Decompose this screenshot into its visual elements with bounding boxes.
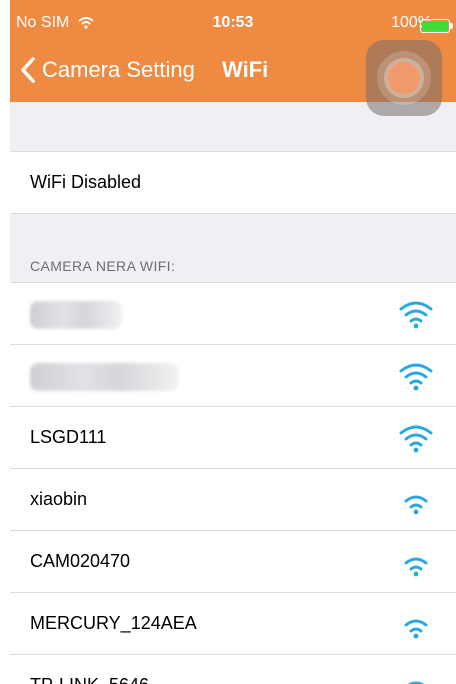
assistive-touch-core [388, 62, 420, 94]
network-name-redacted [30, 301, 122, 329]
network-row[interactable]: xiaobin [10, 469, 456, 531]
wifi-signal-icon [404, 557, 428, 577]
status-bar: No SIM 10:53 100% [10, 14, 456, 38]
chevron-left-icon [21, 57, 35, 83]
assistive-touch-button[interactable] [366, 40, 442, 116]
phone-screen: No SIM 10:53 100% Camera Setting WiFi Wi… [10, 0, 456, 684]
network-name: MERCURY_124AEA [30, 613, 197, 633]
wifi-signal-icon [404, 619, 428, 639]
wifi-signal-icon [399, 425, 433, 453]
battery-icon [420, 19, 453, 33]
network-name: LSGD111 [30, 427, 107, 447]
battery-level [422, 21, 448, 31]
wifi-signal-icon [404, 495, 428, 515]
back-button[interactable]: Camera Setting [16, 52, 195, 88]
wifi-signal-icon [399, 363, 433, 391]
network-row[interactable]: TP-LINK_5646 [10, 655, 456, 684]
network-row[interactable]: MERCURY_124AEA [10, 593, 456, 655]
status-time: 10:53 [212, 14, 254, 31]
wifi-status-row[interactable]: WiFi Disabled [10, 152, 456, 214]
section-header-networks: CAMERA NERA WIFI: [30, 258, 176, 274]
network-name: xiaobin [30, 489, 88, 509]
network-name-redacted [30, 363, 178, 391]
wifi-status-label: WiFi Disabled [30, 172, 142, 192]
wifi-signal-icon [407, 681, 425, 684]
network-row[interactable] [10, 345, 456, 407]
battery-tip [450, 23, 453, 29]
back-label: Camera Setting [42, 57, 195, 82]
network-row[interactable]: LSGD111 [10, 407, 456, 469]
network-name: CAM020470 [30, 551, 131, 571]
network-name: TP-LINK_5646 [30, 655, 149, 684]
network-row[interactable] [10, 283, 456, 345]
wifi-signal-icon [399, 301, 433, 329]
network-row[interactable]: CAM020470 [10, 531, 456, 593]
page-title: WiFi [222, 57, 269, 82]
